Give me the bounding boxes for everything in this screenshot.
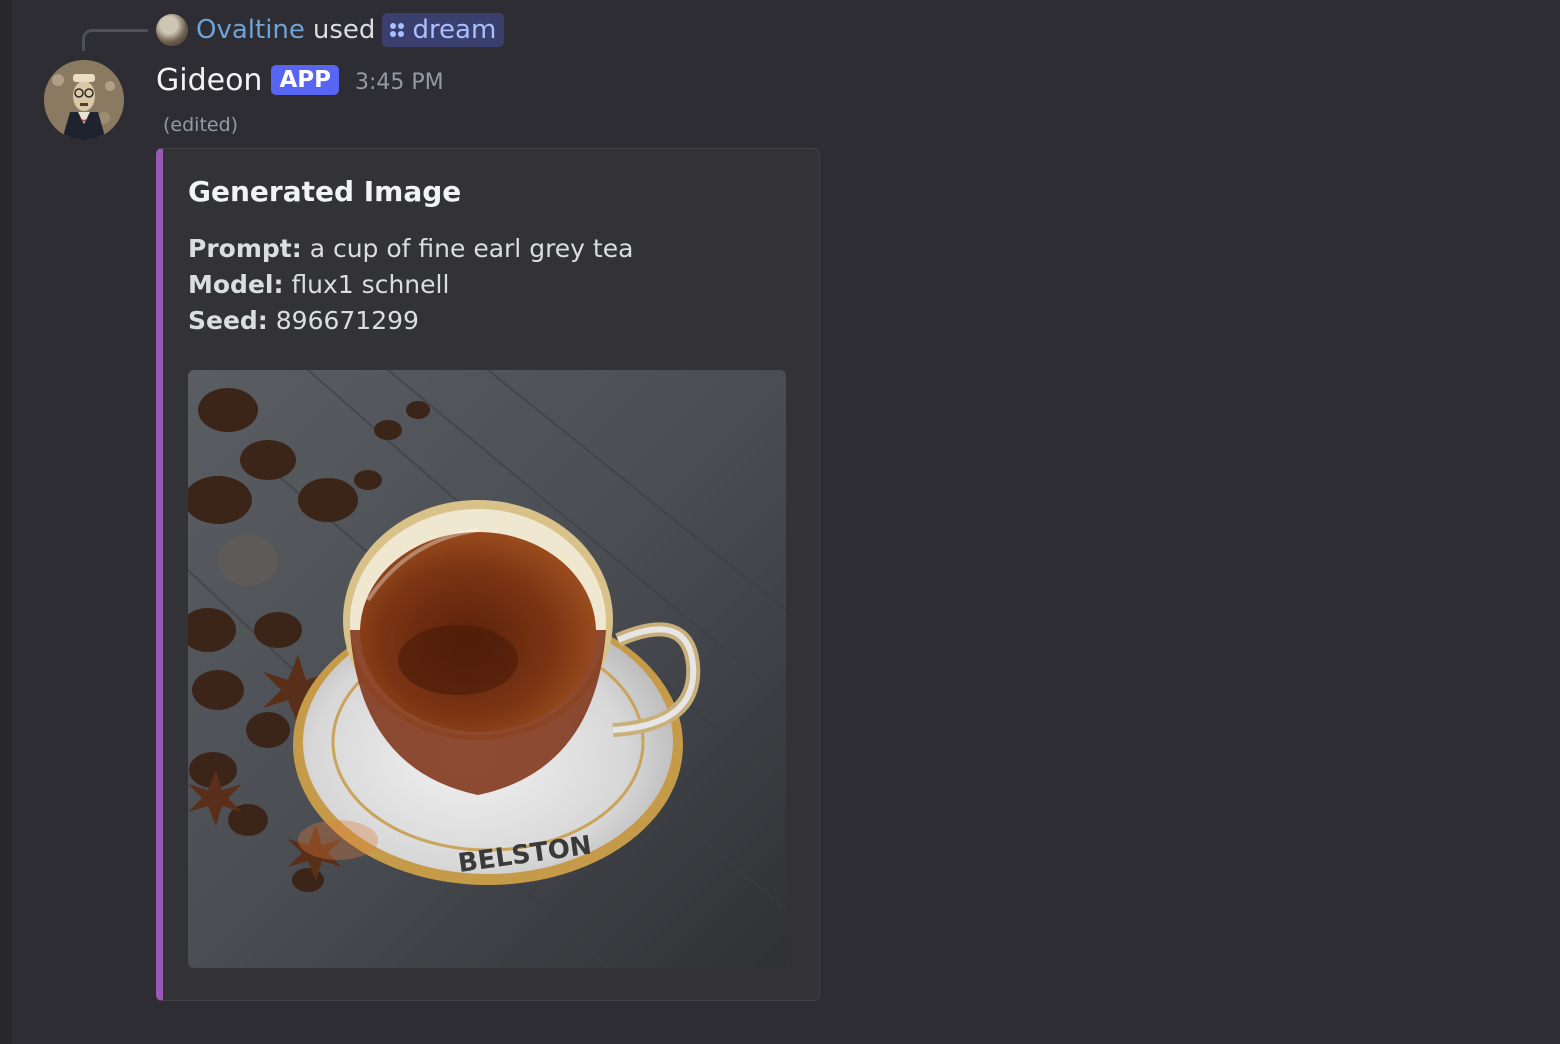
reply-connector [82, 29, 148, 51]
reply-username[interactable]: Ovaltine [196, 15, 305, 45]
author-avatar[interactable] [44, 60, 124, 140]
embed-description: Prompt: a cup of fine earl grey tea Mode… [188, 231, 633, 339]
prompt-label: Prompt: [188, 234, 302, 263]
app-badge: APP [271, 65, 339, 95]
seed-value: 896671299 [275, 306, 419, 335]
model-field: Model: flux1 schnell [188, 267, 633, 303]
slash-command-icon [390, 23, 405, 37]
tea-cup-illustration: BELSTON [188, 370, 786, 968]
seed-label: Seed: [188, 306, 268, 335]
avatar-image [44, 60, 124, 140]
prompt-field: Prompt: a cup of fine earl grey tea [188, 231, 633, 267]
message-timestamp[interactable]: 3:45 PM [355, 70, 444, 95]
model-value: flux1 schnell [291, 270, 450, 299]
reply-used-text: used [312, 15, 376, 45]
embed-card: Generated Image Prompt: a cup of fine ea… [156, 148, 820, 1001]
seed-field: Seed: 896671299 [188, 303, 633, 339]
message-header: Gideon APP 3:45 PM [156, 58, 444, 102]
reply-reference[interactable]: Ovaltine used dream [156, 12, 505, 48]
edited-label: (edited) [163, 114, 239, 136]
author-name[interactable]: Gideon [156, 63, 262, 98]
left-edge [0, 0, 12, 1044]
command-mention[interactable]: dream [382, 13, 505, 47]
generated-image[interactable]: BELSTON [188, 370, 786, 968]
prompt-value: a cup of fine earl grey tea [309, 234, 634, 263]
embed-title: Generated Image [188, 175, 462, 208]
replier-avatar[interactable] [156, 14, 188, 46]
model-label: Model: [188, 270, 284, 299]
command-name: dream [412, 15, 497, 45]
